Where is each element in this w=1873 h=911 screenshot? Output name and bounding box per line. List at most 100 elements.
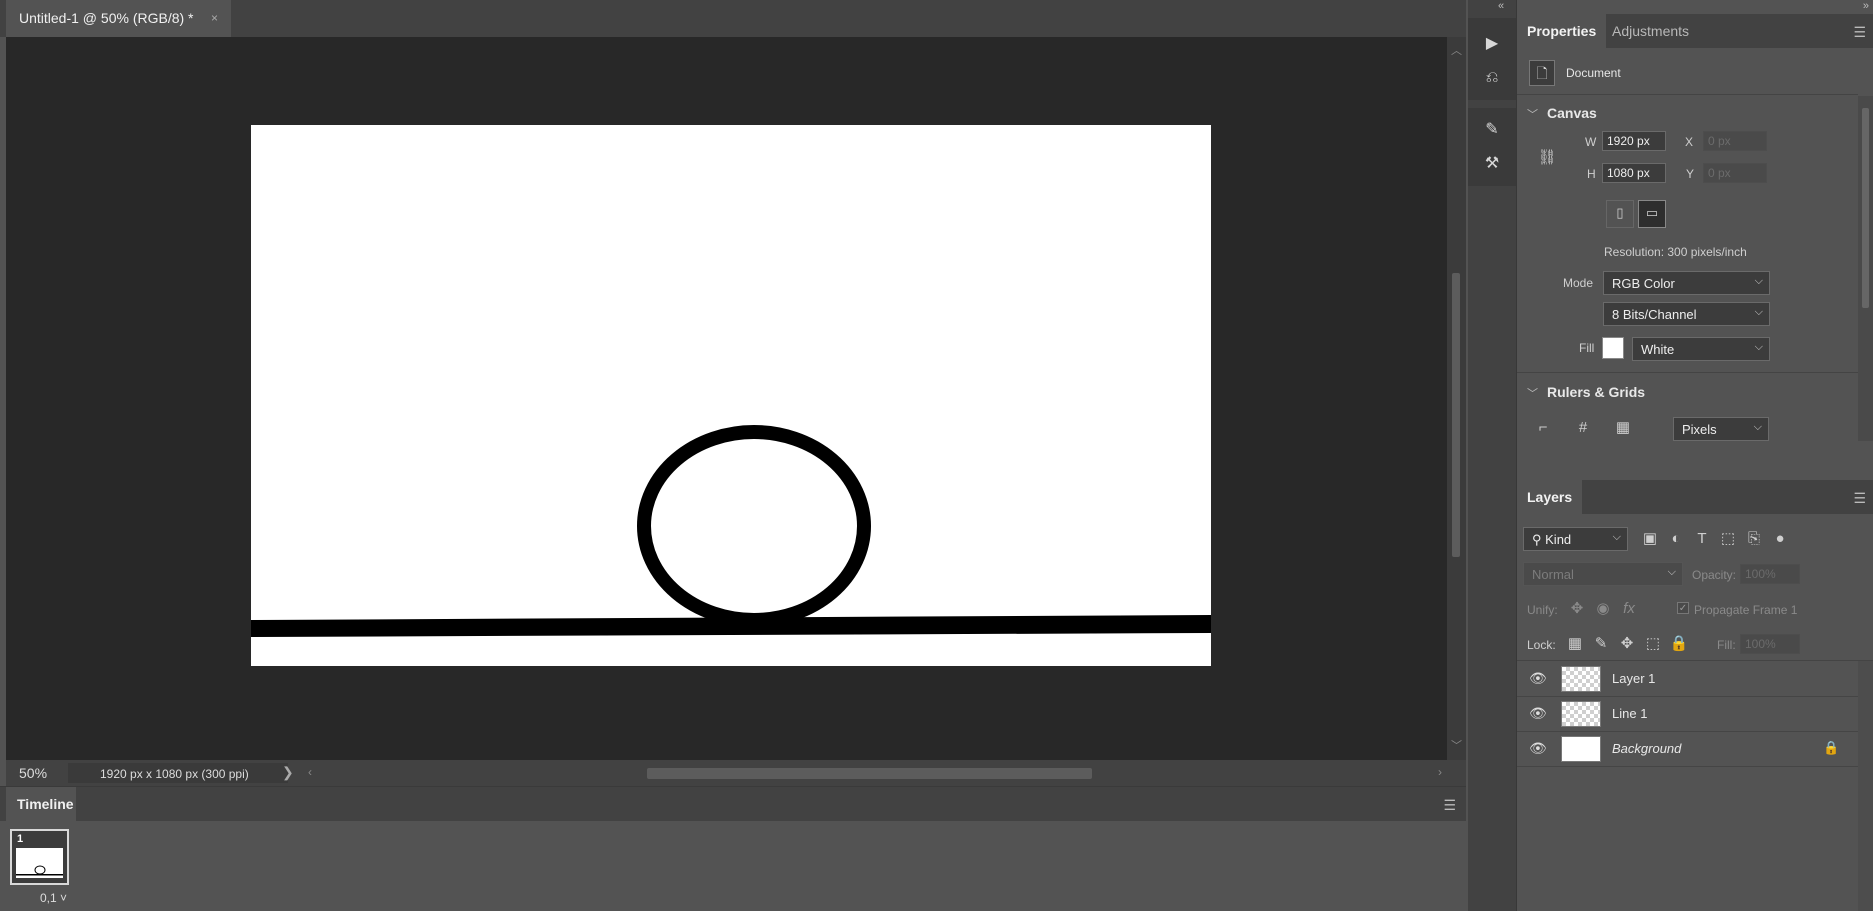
layer-filter-dropdown[interactable]: ⚲ Kind ⌵	[1523, 527, 1628, 551]
opacity-label: Opacity:	[1692, 568, 1737, 582]
mode-value: RGB Color	[1612, 276, 1675, 291]
drawn-circle	[637, 425, 871, 627]
chevron-down-icon: ⌵	[1612, 531, 1621, 543]
filter-toggle-icon[interactable]: ●	[1768, 527, 1792, 551]
x-field[interactable]: 0 px	[1703, 131, 1767, 151]
unify-position-icon[interactable]: ✥	[1565, 597, 1589, 621]
zoom-level[interactable]: 50%	[19, 765, 47, 781]
frame-delay[interactable]: 0,1 ˅	[40, 891, 67, 905]
lock-pixels-icon[interactable]: ✎	[1589, 632, 1613, 656]
ruler-icon[interactable]: ⌐	[1531, 416, 1555, 440]
type-filter-icon[interactable]: T	[1690, 527, 1714, 551]
layer-name[interactable]: Line 1	[1612, 706, 1647, 721]
scroll-left-icon[interactable]: ‹	[308, 765, 312, 779]
units-dropdown[interactable]: Pixels ⌵	[1673, 417, 1769, 441]
height-field[interactable]: 1080 px	[1602, 163, 1666, 183]
panel-menu-icon[interactable]: ☰	[1853, 490, 1866, 507]
layer-row-line-1[interactable]: 👁 Line 1	[1517, 696, 1858, 732]
document-canvas[interactable]	[251, 125, 1211, 666]
canvas-artwork	[251, 425, 1211, 637]
fill-value: White	[1641, 342, 1675, 357]
properties-scrollbar[interactable]	[1858, 96, 1873, 441]
y-field[interactable]: 0 px	[1703, 163, 1767, 183]
blend-mode-dropdown[interactable]: Normal ⌵	[1523, 562, 1683, 586]
vertical-scroll-thumb[interactable]	[1452, 273, 1460, 557]
chevron-down-icon: ⌵	[1754, 275, 1763, 287]
shape-filter-icon[interactable]: ⬚	[1716, 527, 1740, 551]
grid-icon[interactable]: #	[1571, 416, 1595, 440]
panel-menu-icon[interactable]: ☰	[1443, 797, 1456, 814]
mode-dropdown[interactable]: RGB Color ⌵	[1603, 271, 1770, 295]
horizontal-scroll-thumb[interactable]	[647, 768, 1092, 779]
right-panels: » Properties Adjustments ☰ 🗋 Document ﹀ …	[1516, 0, 1873, 911]
rulers-grids-header[interactable]: Rulers & Grids	[1547, 384, 1645, 400]
chevron-down-icon: ⌵	[1753, 421, 1762, 433]
smart-object-filter-icon[interactable]: ⎘	[1742, 527, 1766, 551]
tab-layers[interactable]: Layers	[1517, 480, 1583, 514]
transparency-grid-icon[interactable]: ▦	[1611, 416, 1635, 440]
canvas-section-header[interactable]: Canvas	[1547, 105, 1597, 121]
layer-row-background[interactable]: 👁 Background 🔒	[1517, 731, 1858, 767]
lock-icon[interactable]: 🔒	[1823, 740, 1839, 756]
status-menu-arrow[interactable]: ❯	[282, 764, 294, 781]
portrait-orientation-icon[interactable]: ▯	[1606, 200, 1634, 228]
layer-name[interactable]: Layer 1	[1612, 671, 1655, 686]
lock-position-icon[interactable]: ✥	[1615, 632, 1639, 656]
fill-dropdown[interactable]: White ⌵	[1632, 337, 1770, 361]
layer-thumbnail	[1561, 666, 1601, 692]
bit-depth-dropdown[interactable]: 8 Bits/Channel ⌵	[1603, 302, 1770, 326]
propagate-checkbox[interactable]: ✓	[1677, 602, 1689, 614]
close-icon[interactable]: ×	[211, 11, 218, 25]
panel-menu-icon[interactable]: ☰	[1853, 24, 1866, 41]
properties-scroll-thumb[interactable]	[1862, 108, 1869, 308]
unify-visibility-icon[interactable]: ◉	[1591, 597, 1615, 621]
expand-arrows-icon[interactable]: »	[1863, 0, 1869, 12]
mode-label: Mode	[1563, 276, 1594, 290]
tab-adjustments[interactable]: Adjustments	[1602, 14, 1699, 48]
timeline-header: Timeline ☰	[0, 787, 1466, 821]
image-filter-icon[interactable]: ▣	[1638, 527, 1662, 551]
scroll-down-icon[interactable]: ﹀	[1451, 737, 1462, 753]
layer-filter-value: Kind	[1545, 532, 1572, 547]
layer-row-layer-1[interactable]: 👁 Layer 1	[1517, 661, 1858, 697]
chevron-down-icon[interactable]: ﹀	[1527, 106, 1538, 122]
eye-icon[interactable]: 👁	[1529, 740, 1547, 757]
play-icon[interactable]: ▶	[1480, 32, 1504, 56]
history-icon[interactable]: ⎌	[1480, 66, 1504, 90]
adjustment-filter-icon[interactable]: ◐	[1664, 527, 1688, 551]
eye-icon[interactable]: 👁	[1529, 670, 1547, 687]
canvas-workspace[interactable]	[6, 37, 1447, 760]
eye-icon[interactable]: 👁	[1529, 705, 1547, 722]
chevron-down-icon[interactable]: ﹀	[1527, 385, 1538, 401]
frame-number: 1	[17, 833, 24, 845]
layer-fill-field[interactable]: 100%	[1740, 634, 1800, 654]
fill-color-swatch[interactable]	[1602, 337, 1624, 359]
animation-frame[interactable]: 1	[10, 829, 69, 885]
lock-all-icon[interactable]: 🔒	[1667, 632, 1691, 656]
link-icon[interactable]: ⛓	[1535, 146, 1559, 170]
scroll-up-icon[interactable]: ︿	[1451, 42, 1462, 58]
divider	[1517, 372, 1858, 373]
layers-scrollbar[interactable]	[1858, 661, 1873, 911]
opacity-field[interactable]: 100%	[1740, 564, 1800, 584]
scroll-right-icon[interactable]: ›	[1438, 765, 1442, 779]
lock-transparent-icon[interactable]: ▦	[1563, 632, 1587, 656]
tab-properties[interactable]: Properties	[1517, 14, 1607, 48]
document-tab-bar: Untitled-1 @ 50% (RGB/8) * ×	[0, 0, 1466, 37]
timeline-panel: Timeline ☰ 1 0,1 ˅	[0, 786, 1466, 911]
collapse-arrows-icon[interactable]: «	[1498, 0, 1504, 12]
document-icon: 🗋	[1529, 60, 1555, 86]
brush-settings-icon[interactable]: ✎	[1480, 118, 1504, 142]
document-tab[interactable]: Untitled-1 @ 50% (RGB/8) * ×	[6, 0, 231, 37]
vertical-scrollbar[interactable]: ︿ ﹀	[1447, 37, 1466, 760]
horizontal-scrollbar[interactable]: ‹ ›	[306, 765, 1446, 781]
tab-timeline[interactable]: Timeline	[6, 787, 76, 821]
landscape-orientation-icon[interactable]: ▭	[1638, 200, 1666, 228]
layers-tabs: Layers ☰	[1517, 480, 1873, 514]
lock-artboard-icon[interactable]: ⬚	[1641, 632, 1665, 656]
brush-presets-icon[interactable]: ⚒	[1480, 152, 1504, 176]
layer-name[interactable]: Background	[1612, 741, 1681, 756]
width-field[interactable]: 1920 px	[1602, 131, 1666, 151]
layer-thumbnail	[1561, 701, 1601, 727]
unify-style-icon[interactable]: fx	[1617, 597, 1641, 621]
